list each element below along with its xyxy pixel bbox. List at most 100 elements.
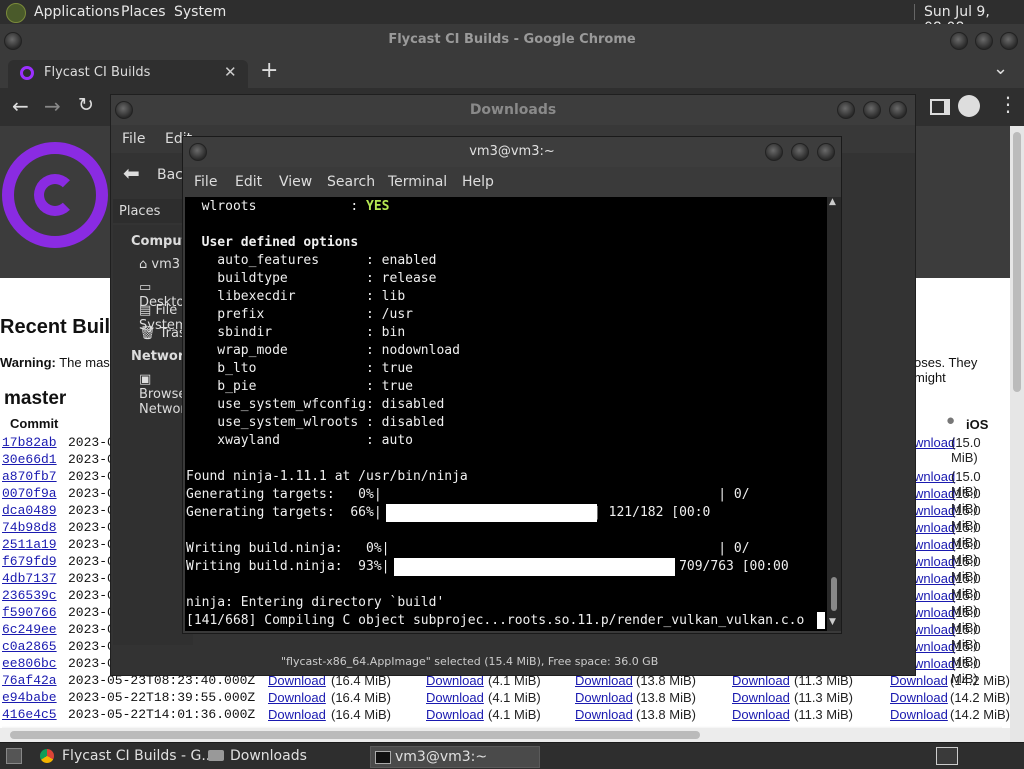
download-link-ios[interactable]: wnload [914, 656, 955, 671]
terminal-menu-button[interactable] [189, 143, 207, 161]
download-link-ios[interactable]: wnload [914, 605, 955, 620]
forward-arrow-icon[interactable]: → [44, 94, 61, 118]
download-link-ios[interactable]: wnload [914, 571, 955, 586]
terminal-menu-edit[interactable]: Edit [235, 174, 262, 190]
commit-link[interactable]: e94babe [2, 690, 57, 705]
commit-link[interactable]: dca0489 [2, 503, 57, 518]
commit-link[interactable]: 74b98d8 [2, 520, 57, 535]
chrome-menu-icon[interactable]: ⋮ [998, 92, 1018, 116]
folder-icon [208, 750, 224, 761]
download-link-ios[interactable]: wnload [914, 469, 955, 484]
chrome-maximize-button[interactable] [975, 32, 993, 50]
commit-link[interactable]: a870fb7 [2, 469, 57, 484]
downloads-maximize-button[interactable] [863, 101, 881, 119]
task-chrome[interactable]: Flycast CI Builds - G... [38, 746, 232, 766]
downloads-close-button[interactable] [889, 101, 907, 119]
downloads-menu-file[interactable]: File [122, 131, 145, 147]
terminal-menu-help[interactable]: Help [462, 174, 494, 190]
download-link[interactable]: Download [732, 690, 790, 705]
download-link-ios[interactable]: wnload [914, 537, 955, 552]
chrome-titlebar[interactable]: Flycast CI Builds - Google Chrome [0, 24, 1024, 56]
sidebar-selector[interactable]: Places [113, 199, 193, 223]
commit-date: 2023-0 [68, 605, 115, 620]
back-icon[interactable]: ⬅ [123, 161, 140, 185]
task-downloads[interactable]: Downloads [206, 746, 380, 766]
profile-avatar-icon[interactable] [958, 95, 980, 117]
terminal-close-button[interactable] [817, 143, 835, 161]
commit-link[interactable]: 416e4c5 [2, 707, 57, 722]
horizontal-scrollbar[interactable] [0, 728, 1010, 742]
terminal-minimize-button[interactable] [765, 143, 783, 161]
commit-link[interactable]: 236539c [2, 588, 57, 603]
terminal-maximize-button[interactable] [791, 143, 809, 161]
download-link[interactable]: Download [268, 707, 326, 722]
commit-link[interactable]: 4db7137 [2, 571, 57, 586]
terminal-scrollbar[interactable]: ▲ ▼ [827, 197, 841, 631]
download-link[interactable]: Download [426, 690, 484, 705]
terminal-line: User defined options [186, 235, 359, 250]
warning-label: Warning: [0, 355, 56, 370]
download-link-ios[interactable]: Download [890, 690, 948, 705]
download-link[interactable]: Download [575, 707, 633, 722]
tab-close-icon[interactable]: ✕ [224, 63, 237, 81]
download-link-ios[interactable]: wnload [914, 622, 955, 637]
apple-icon: ● [946, 412, 956, 429]
warning-text: Warning: The mas [0, 355, 110, 370]
commit-link[interactable]: 17b82ab [2, 435, 57, 450]
sidepanel-icon[interactable] [930, 99, 950, 115]
download-link[interactable]: Download [268, 690, 326, 705]
terminal-output[interactable]: wlroots : YES User defined options auto_… [185, 197, 827, 631]
commit-date: 2023-0 [68, 435, 115, 450]
show-desktop-icon[interactable] [6, 748, 22, 764]
tab-list-button[interactable]: ⌄ [993, 58, 1008, 79]
download-link[interactable]: Download [426, 707, 484, 722]
commit-date: 2023-0 [68, 571, 115, 586]
commit-link[interactable]: 30e66d1 [2, 452, 57, 467]
terminal-menu-search[interactable]: Search [327, 174, 375, 190]
download-link-ios[interactable]: wnload [914, 639, 955, 654]
downloads-minimize-button[interactable] [837, 101, 855, 119]
tab-flycast[interactable]: Flycast CI Builds ✕ [8, 60, 248, 88]
terminal-menu-terminal[interactable]: Terminal [388, 174, 447, 190]
download-link[interactable]: Download [732, 707, 790, 722]
applications-menu[interactable]: Applications [34, 4, 120, 20]
terminal-line: ninja: Entering directory `build' [186, 595, 445, 610]
commit-date: 2023-05-22T14:01:36.000Z [68, 707, 256, 722]
commit-link[interactable]: 6c249ee [2, 622, 57, 637]
commit-link[interactable]: 2511a19 [2, 537, 57, 552]
download-link-ios[interactable]: wnload [914, 486, 955, 501]
page-vertical-scrollbar[interactable] [1010, 126, 1024, 742]
commit-link[interactable]: 0070f9a [2, 486, 57, 501]
reload-icon[interactable]: ↻ [78, 94, 94, 116]
back-arrow-icon[interactable]: ← [12, 94, 29, 118]
home-icon: ⌂ [139, 257, 148, 272]
chrome-menu-button[interactable] [4, 32, 22, 50]
chrome-minimize-button[interactable] [950, 32, 968, 50]
gnome-foot-icon[interactable] [6, 3, 26, 23]
download-link-ios[interactable]: wnload [914, 520, 955, 535]
terminal-menubar: File Edit View Search Terminal Help [183, 167, 841, 195]
places-menu[interactable]: Places [121, 4, 166, 20]
commit-link[interactable]: f590766 [2, 605, 57, 620]
task-terminal[interactable]: vm3@vm3:~ [370, 746, 540, 768]
terminal-menu-view[interactable]: View [279, 174, 312, 190]
download-link-ios[interactable]: wnload [914, 588, 955, 603]
commit-link[interactable]: 76af42a [2, 673, 57, 688]
workspace-switcher[interactable] [936, 747, 958, 765]
terminal-titlebar[interactable]: vm3@vm3:~ [183, 137, 841, 167]
download-link-ios[interactable]: wnload [914, 554, 955, 569]
download-link-ios[interactable]: Download [890, 707, 948, 722]
new-tab-button[interactable]: + [260, 58, 278, 83]
download-link[interactable]: Download [575, 690, 633, 705]
downloads-menu-button[interactable] [115, 101, 133, 119]
download-link-ios[interactable]: wnload [914, 435, 955, 450]
system-menu[interactable]: System [174, 4, 226, 20]
commit-link[interactable]: c0a2865 [2, 639, 57, 654]
chrome-close-button[interactable] [1000, 32, 1018, 50]
commit-link[interactable]: f679fd9 [2, 554, 57, 569]
downloads-titlebar[interactable]: Downloads [111, 95, 915, 125]
commit-link[interactable]: ee806bc [2, 656, 57, 671]
terminal-menu-file[interactable]: File [194, 174, 217, 190]
download-link-ios[interactable]: wnload [914, 503, 955, 518]
commit-date: 2023-0 [68, 486, 115, 501]
